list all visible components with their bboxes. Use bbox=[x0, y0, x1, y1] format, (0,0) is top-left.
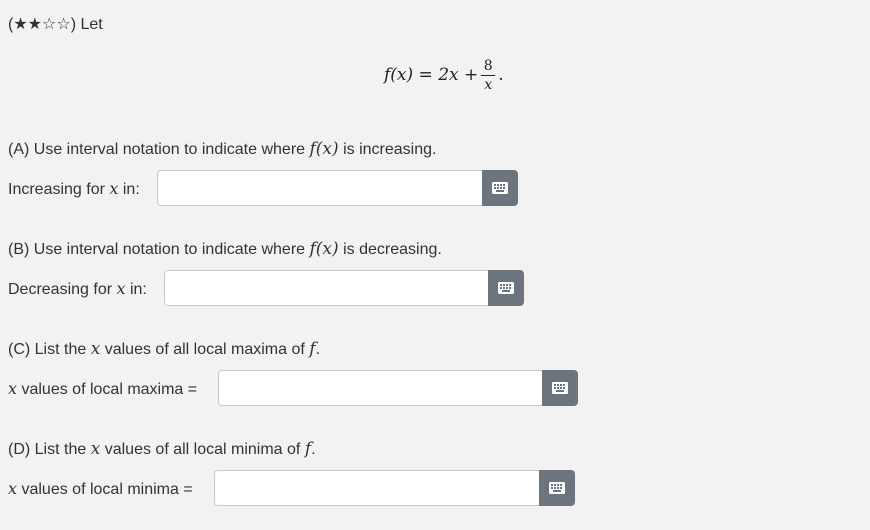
answer-d-input[interactable] bbox=[215, 471, 539, 505]
answer-b-keyboard-button[interactable] bbox=[488, 270, 524, 306]
answer-c-field[interactable] bbox=[218, 370, 542, 406]
fraction-numerator: 8 bbox=[483, 57, 493, 74]
question-a-text: (A) Use interval notation to indicate wh… bbox=[8, 141, 310, 158]
question-d: (D) List the x values of all local minim… bbox=[8, 439, 316, 459]
question-b-text: (B) Use interval notation to indicate wh… bbox=[8, 241, 310, 258]
answer-a-label-text: Increasing for bbox=[8, 181, 110, 198]
keyboard-icon bbox=[498, 282, 514, 294]
answer-c-input[interactable] bbox=[219, 371, 542, 405]
problem-page: (★★☆☆) Let f(x) = 2x + 8 x . (A) Use int… bbox=[0, 0, 870, 530]
keyboard-icon bbox=[549, 482, 565, 494]
fraction-denominator: x bbox=[484, 76, 493, 93]
question-c-text-mid: values of all local maxima of bbox=[100, 341, 310, 358]
intro-suffix: ) Let bbox=[70, 16, 103, 33]
fraction-bar bbox=[481, 74, 496, 76]
answer-c-label-math: x bbox=[8, 379, 18, 398]
formula-fraction: 8 x bbox=[481, 57, 496, 93]
answer-d-field[interactable] bbox=[214, 470, 539, 506]
question-d-period: . bbox=[311, 441, 316, 458]
answer-c-keyboard-button[interactable] bbox=[542, 370, 578, 406]
question-c-period: . bbox=[315, 341, 321, 358]
difficulty-stars-filled: ★★ bbox=[13, 16, 43, 33]
answer-b-label-math: x bbox=[116, 279, 126, 298]
question-a-math: f(x) bbox=[309, 139, 339, 159]
question-b-math: f(x) bbox=[309, 239, 339, 259]
answer-a-field[interactable] bbox=[157, 170, 482, 206]
formula-period: . bbox=[498, 65, 504, 85]
question-a: (A) Use interval notation to indicate wh… bbox=[8, 139, 436, 159]
answer-b-input[interactable] bbox=[165, 271, 488, 305]
answer-a-keyboard-button[interactable] bbox=[482, 170, 518, 206]
answer-d-label-text: values of local minima = bbox=[17, 481, 193, 498]
formula-lhs: f(x) = 2x + bbox=[384, 65, 479, 85]
answer-b-label-text: Decreasing for bbox=[8, 281, 117, 298]
function-formula: f(x) = 2x + 8 x . bbox=[384, 52, 504, 98]
answer-b-label-end: in: bbox=[125, 281, 147, 298]
question-d-text-mid: values of all local minima of bbox=[100, 441, 305, 458]
question-c-math: x bbox=[90, 339, 101, 359]
answer-c-label-text: values of local maxima = bbox=[17, 381, 198, 398]
answer-a-input[interactable] bbox=[158, 171, 482, 205]
answer-d-label: x values of local minima = bbox=[8, 479, 193, 499]
keyboard-icon bbox=[492, 182, 508, 194]
problem-intro: (★★☆☆) Let bbox=[8, 14, 103, 34]
question-b-text-end: is decreasing. bbox=[338, 241, 442, 258]
answer-b-field[interactable] bbox=[164, 270, 488, 306]
answer-d-keyboard-button[interactable] bbox=[539, 470, 575, 506]
answer-d-label-math: x bbox=[8, 479, 18, 498]
answer-a-label-end: in: bbox=[118, 181, 140, 198]
answer-a-label: Increasing for x in: bbox=[8, 179, 140, 199]
difficulty-stars-empty: ☆☆ bbox=[42, 16, 71, 33]
keyboard-icon bbox=[552, 382, 568, 394]
question-c: (C) List the x values of all local maxim… bbox=[8, 339, 320, 359]
question-b: (B) Use interval notation to indicate wh… bbox=[8, 239, 442, 259]
question-d-math: x bbox=[90, 439, 101, 459]
question-d-text: (D) List the bbox=[8, 441, 91, 458]
answer-c-label: x values of local maxima = bbox=[8, 379, 197, 399]
question-c-text: (C) List the bbox=[8, 341, 91, 358]
question-a-text-end: is increasing. bbox=[338, 141, 437, 158]
answer-b-label: Decreasing for x in: bbox=[8, 279, 147, 299]
